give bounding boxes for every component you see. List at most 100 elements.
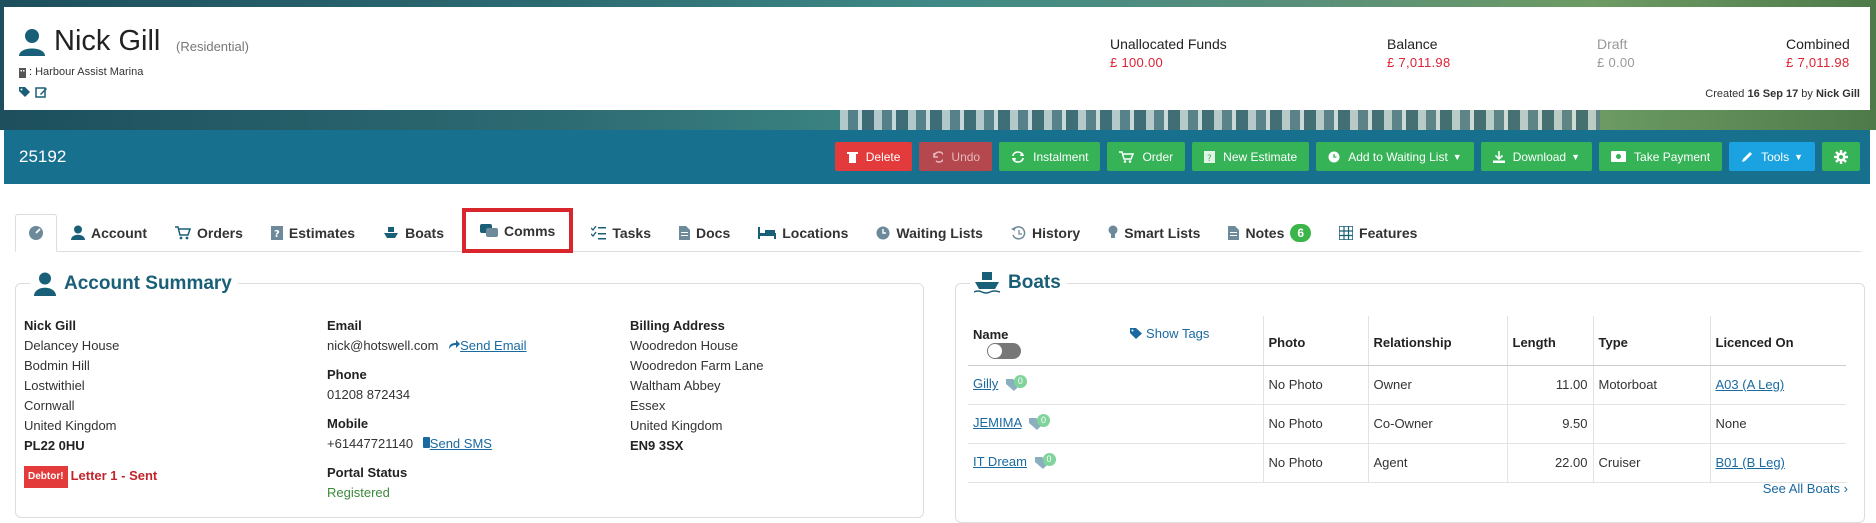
tab-smart-lists[interactable]: Smart Lists — [1094, 214, 1214, 251]
user-icon — [34, 272, 56, 296]
waiting-list-label: Add to Waiting List — [1348, 149, 1448, 164]
funds-value: £ 100.00 — [1110, 55, 1164, 70]
billing-line: Woodredon Farm Lane — [630, 358, 764, 373]
relationship-cell: Owner — [1368, 365, 1508, 405]
lightbulb-icon — [1108, 225, 1118, 238]
debtor-badge: Debtor! — [24, 466, 68, 488]
address-postcode: PL22 0HU — [24, 438, 85, 453]
instalment-label: Instalment — [1033, 149, 1089, 164]
tab-tasks[interactable]: Tasks — [577, 214, 665, 251]
tools-button[interactable]: Tools ▼ — [1729, 142, 1815, 171]
tag-icon — [1130, 328, 1143, 339]
portal-status-label: Portal Status — [327, 465, 408, 480]
boat-name-link[interactable]: Gilly — [973, 376, 998, 391]
tag-count: 0 — [1037, 413, 1051, 427]
caret-down-icon: ▼ — [1452, 151, 1462, 162]
length-cell: 9.50 — [1507, 404, 1594, 444]
tab-features[interactable]: Features — [1325, 214, 1431, 251]
boat-tags[interactable]: 0 — [1005, 374, 1027, 393]
panel-title: Account Summary — [30, 272, 238, 296]
boat-tags[interactable]: 0 — [1029, 413, 1051, 432]
show-tags-toggle-label[interactable]: Show Tags — [1130, 326, 1209, 341]
combined-value: £ 7,011.98 — [1786, 55, 1850, 70]
instalment-button[interactable]: Instalment — [999, 142, 1101, 171]
boat-tags[interactable]: 0 — [1034, 452, 1056, 471]
download-icon — [1492, 150, 1505, 163]
see-all-label: See All Boats — [1762, 481, 1841, 496]
tab-label: Docs — [696, 224, 731, 241]
chevron-right-icon: › — [1843, 481, 1848, 496]
tag-count: 0 — [1042, 452, 1056, 466]
order-label: Order — [1142, 149, 1174, 164]
licence-link[interactable]: B01 (B Leg) — [1716, 455, 1785, 470]
funds-label: Unallocated Funds — [1110, 36, 1227, 52]
tab-history[interactable]: History — [997, 214, 1094, 251]
undo-button[interactable]: Undo — [919, 142, 993, 171]
tab-label: Estimates — [288, 224, 356, 241]
tab-docs[interactable]: Docs — [665, 214, 744, 251]
panel-title: Boats — [970, 272, 1067, 294]
address-line: United Kingdom — [24, 418, 117, 433]
email-row: nick@hotswell.com Send Email — [327, 336, 527, 356]
tab-waiting-lists[interactable]: Waiting Lists — [862, 214, 997, 251]
tab-dashboard[interactable] — [15, 214, 57, 252]
show-tags-toggle[interactable] — [987, 342, 1021, 359]
caret-down-icon: ▼ — [1794, 151, 1803, 162]
balance-value: £ 7,011.98 — [1387, 55, 1451, 70]
send-email-link[interactable]: Send Email — [448, 338, 527, 353]
take-payment-button[interactable]: Take Payment — [1599, 142, 1723, 171]
letter-status: Letter 1 - Sent — [70, 468, 158, 483]
clock-icon — [1328, 151, 1340, 162]
tab-estimates[interactable]: ? Estimates — [257, 214, 369, 251]
debtor-status: Debtor! Letter 1 - Sent — [24, 466, 157, 488]
caret-down-icon: ▼ — [1571, 151, 1581, 162]
column-header-name: Name Show Tags — [968, 316, 1264, 366]
tab-label: Tasks — [612, 224, 652, 241]
see-all-boats-link[interactable]: See All Boats › — [1763, 481, 1848, 496]
settings-button[interactable] — [1822, 142, 1860, 171]
created-date: 16 Sep 17 — [1747, 88, 1799, 100]
boats-panel: Boats Name Show Tags Photo Relationship … — [955, 272, 1865, 523]
order-button[interactable]: Order — [1107, 142, 1186, 171]
billing-line: Essex — [630, 398, 666, 413]
send-sms-label: Send SMS — [429, 436, 492, 451]
account-summary-title: Account Summary — [64, 273, 232, 294]
tag-icon[interactable] — [18, 86, 31, 98]
type-cell — [1593, 404, 1711, 444]
boat-name-link[interactable]: JEMIMA — [973, 415, 1021, 430]
tab-label: Orders — [197, 224, 243, 241]
send-sms-link[interactable]: Send SMS — [422, 436, 492, 451]
photo-cell: No Photo — [1263, 443, 1369, 483]
building-icon — [19, 67, 26, 78]
note-icon — [1228, 225, 1240, 240]
download-button[interactable]: Download ▼ — [1480, 142, 1593, 171]
send-email-label: Send Email — [460, 338, 527, 353]
document-icon — [679, 225, 691, 240]
customer-type: (Residential) — [176, 39, 249, 54]
tab-comms[interactable]: Comms — [461, 208, 574, 253]
tab-locations[interactable]: Locations — [744, 214, 862, 251]
tab-boats[interactable]: Boats — [369, 214, 458, 251]
edit-icon[interactable] — [35, 86, 48, 98]
dashboard-icon — [29, 226, 43, 240]
tab-notes[interactable]: Notes 6 — [1214, 214, 1325, 251]
draft: Draft £ 0.00 — [1597, 36, 1635, 70]
licence-link[interactable]: A03 (A Leg) — [1716, 377, 1785, 392]
tab-account[interactable]: Account — [57, 214, 161, 251]
phone-value: 01208 872434 — [327, 387, 411, 402]
delete-button[interactable]: Delete — [834, 142, 913, 171]
tab-orders[interactable]: Orders — [161, 214, 257, 251]
boats-table: Name Show Tags Photo Relationship Length… — [968, 316, 1846, 483]
boat-name-cell: Gilly 0 — [968, 365, 1264, 405]
tab-label: History — [1031, 224, 1081, 241]
tab-label: Notes — [1245, 224, 1285, 241]
add-to-waiting-list-button[interactable]: Add to Waiting List ▼ — [1316, 142, 1474, 171]
delete-label: Delete — [865, 149, 901, 164]
svg-text:?: ? — [1207, 154, 1212, 163]
address-line: Cornwall — [24, 398, 75, 413]
new-estimate-button[interactable]: ? New Estimate — [1192, 142, 1310, 171]
boat-name-link[interactable]: IT Dream — [973, 454, 1027, 469]
phone-label: Phone — [327, 367, 367, 382]
column-header-relationship: Relationship — [1368, 316, 1508, 366]
tools-label: Tools — [1761, 149, 1790, 164]
